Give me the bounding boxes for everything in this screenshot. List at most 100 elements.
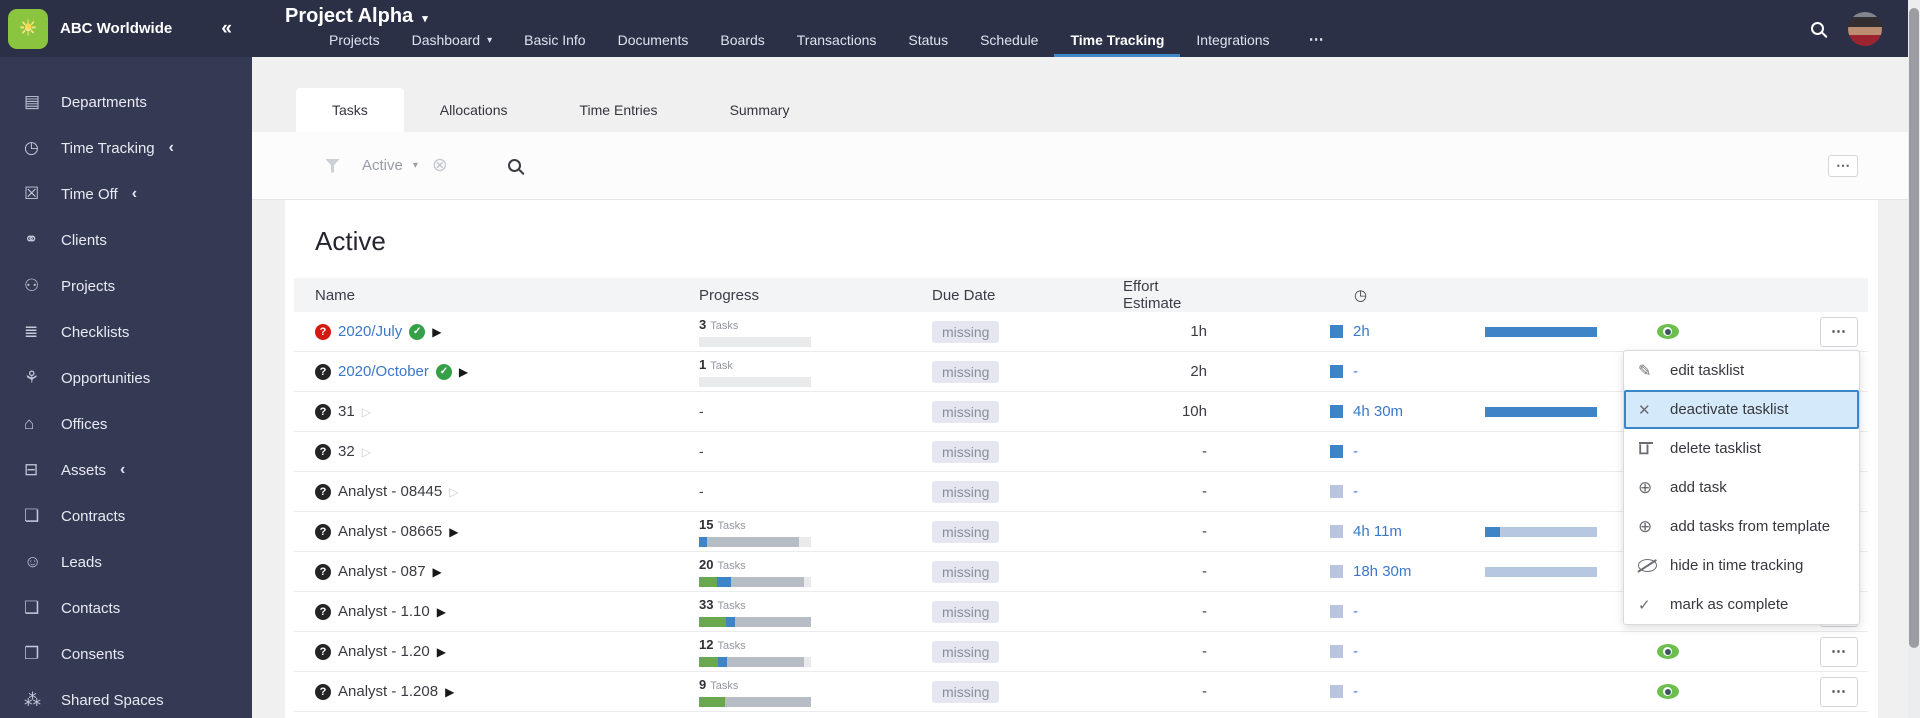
clear-filter-icon[interactable] <box>432 156 448 175</box>
search-icon[interactable] <box>507 159 521 172</box>
question-badge-icon[interactable] <box>315 403 331 420</box>
row-more-button[interactable] <box>1820 316 1858 347</box>
eye-icon[interactable] <box>1657 644 1679 659</box>
question-badge-icon[interactable] <box>315 603 331 620</box>
play-icon[interactable] <box>433 566 442 578</box>
sidebar-item[interactable]: ☺ Leads <box>0 539 252 585</box>
chevron-left-icon[interactable] <box>132 185 137 203</box>
context-menu-item[interactable]: add tasks from template <box>1624 507 1859 546</box>
company-logo[interactable]: ☀ <box>8 8 48 49</box>
subtab[interactable]: Summary <box>694 88 826 132</box>
question-badge-icon[interactable] <box>315 563 331 580</box>
filter-icon[interactable] <box>325 158 340 173</box>
tasklist-name[interactable]: Analyst - 1.10 <box>338 603 430 620</box>
tasklist-name[interactable]: 31 <box>338 403 355 420</box>
sidebar-item[interactable]: ≣ Checklists <box>0 309 252 355</box>
question-badge-icon[interactable] <box>315 523 331 540</box>
sidebar-item[interactable]: ⚭ Clients <box>0 217 252 263</box>
sidebar-item[interactable]: ⊟ Assets <box>0 447 252 493</box>
tasklist-name[interactable]: Analyst - 1.208 <box>338 683 438 700</box>
collapse-sidebar-icon[interactable] <box>221 18 232 40</box>
sidebar-item[interactable]: ☒ Time Off <box>0 171 252 217</box>
tracked-time-value[interactable]: - <box>1353 483 1358 500</box>
sidebar-item[interactable]: ▤ Departments <box>0 79 252 125</box>
sidebar-item[interactable]: ❑ Contacts <box>0 585 252 631</box>
context-menu-item[interactable]: edit tasklist <box>1624 351 1859 390</box>
nav-tab[interactable]: Status <box>892 32 964 57</box>
tracked-time-value[interactable]: 4h 30m <box>1353 403 1403 420</box>
row-more-button[interactable] <box>1820 636 1858 667</box>
search-icon[interactable] <box>1811 22 1824 35</box>
context-menu-item[interactable]: add task <box>1624 468 1859 507</box>
eye-icon[interactable] <box>1657 684 1679 699</box>
sidebar-item[interactable]: ⚘ Opportunities <box>0 355 252 401</box>
tracked-time-value[interactable]: - <box>1353 603 1358 620</box>
nav-tab[interactable]: Integrations <box>1180 32 1285 57</box>
sidebar-item[interactable]: ❐ Consents <box>0 631 252 677</box>
question-badge-icon[interactable] <box>315 683 331 700</box>
avatar[interactable] <box>1848 11 1882 46</box>
filter-more-button[interactable] <box>1828 155 1858 177</box>
column-header-progress[interactable]: Progress <box>699 287 932 304</box>
context-menu-item[interactable]: mark as complete <box>1624 585 1859 624</box>
subtab[interactable]: Allocations <box>404 88 544 132</box>
play-icon[interactable] <box>432 326 441 338</box>
tracked-time-value[interactable]: - <box>1353 363 1358 380</box>
nav-tab[interactable]: Schedule <box>964 32 1054 57</box>
nav-tab[interactable]: Transactions <box>781 32 893 57</box>
question-badge-icon[interactable] <box>315 483 331 500</box>
nav-tab[interactable] <box>1286 30 1340 57</box>
tasklist-name[interactable]: Analyst - 08665 <box>338 523 442 540</box>
sidebar-item[interactable]: ⚇ Projects <box>0 263 252 309</box>
nav-tab[interactable]: Time Tracking <box>1054 32 1181 57</box>
nav-tab[interactable]: Documents <box>602 32 705 57</box>
filter-value[interactable]: Active <box>362 157 403 174</box>
tasklist-name[interactable]: Analyst - 087 <box>338 563 426 580</box>
vertical-scrollbar[interactable] <box>1908 0 1920 718</box>
nav-tab[interactable]: Basic Info <box>508 32 601 57</box>
play-icon[interactable] <box>437 606 446 618</box>
sidebar-item[interactable]: ❏ Contracts <box>0 493 252 539</box>
tracked-time-value[interactable]: - <box>1353 643 1358 660</box>
tracked-time-value[interactable]: - <box>1353 443 1358 460</box>
context-menu-item[interactable]: hide in time tracking <box>1624 546 1859 585</box>
tracked-time-value[interactable]: 18h 30m <box>1353 563 1411 580</box>
row-more-button[interactable] <box>1820 676 1858 707</box>
question-badge-icon[interactable] <box>315 443 331 460</box>
play-icon[interactable] <box>445 686 454 698</box>
tasklist-name[interactable]: 2020/July <box>338 323 402 340</box>
tasklist-name[interactable]: 2020/October <box>338 363 429 380</box>
column-header-due-date[interactable]: Due Date <box>932 287 1123 304</box>
chevron-down-icon[interactable] <box>413 160 418 171</box>
nav-tab[interactable]: Dashboard <box>396 32 509 57</box>
play-icon[interactable] <box>449 486 458 498</box>
question-badge-icon[interactable] <box>315 363 331 380</box>
stopwatch-icon[interactable] <box>1215 286 1460 304</box>
sidebar-item[interactable]: ⌂ Offices <box>0 401 252 447</box>
chevron-left-icon[interactable] <box>169 139 174 157</box>
tracked-time-value[interactable]: 4h 11m <box>1353 523 1402 540</box>
question-badge-icon[interactable] <box>315 643 331 660</box>
column-header-name[interactable]: Name <box>294 287 699 304</box>
context-menu-item[interactable]: deactivate tasklist <box>1624 390 1859 429</box>
sidebar-item[interactable]: ⁂ Shared Spaces <box>0 677 252 718</box>
tasklist-name[interactable]: 32 <box>338 443 355 460</box>
scrollbar-thumb[interactable] <box>1909 8 1919 648</box>
question-badge-icon[interactable] <box>315 323 331 340</box>
chevron-left-icon[interactable] <box>120 461 125 479</box>
play-icon[interactable] <box>437 646 446 658</box>
tasklist-name[interactable]: Analyst - 1.20 <box>338 643 430 660</box>
nav-tab[interactable]: Projects <box>313 32 396 57</box>
nav-tab[interactable]: Boards <box>704 32 780 57</box>
sidebar-item[interactable]: ◷ Time Tracking <box>0 125 252 171</box>
eye-icon[interactable] <box>1657 324 1679 339</box>
tracked-time-value[interactable]: - <box>1353 683 1358 700</box>
play-icon[interactable] <box>459 366 468 378</box>
play-icon[interactable] <box>362 406 371 418</box>
column-header-effort[interactable]: Effort Estimate <box>1123 278 1215 312</box>
tasklist-name[interactable]: Analyst - 08445 <box>338 483 442 500</box>
play-icon[interactable] <box>362 446 371 458</box>
play-icon[interactable] <box>449 526 458 538</box>
project-title[interactable]: Project Alpha <box>285 5 1811 28</box>
subtab[interactable]: Time Entries <box>544 88 694 132</box>
